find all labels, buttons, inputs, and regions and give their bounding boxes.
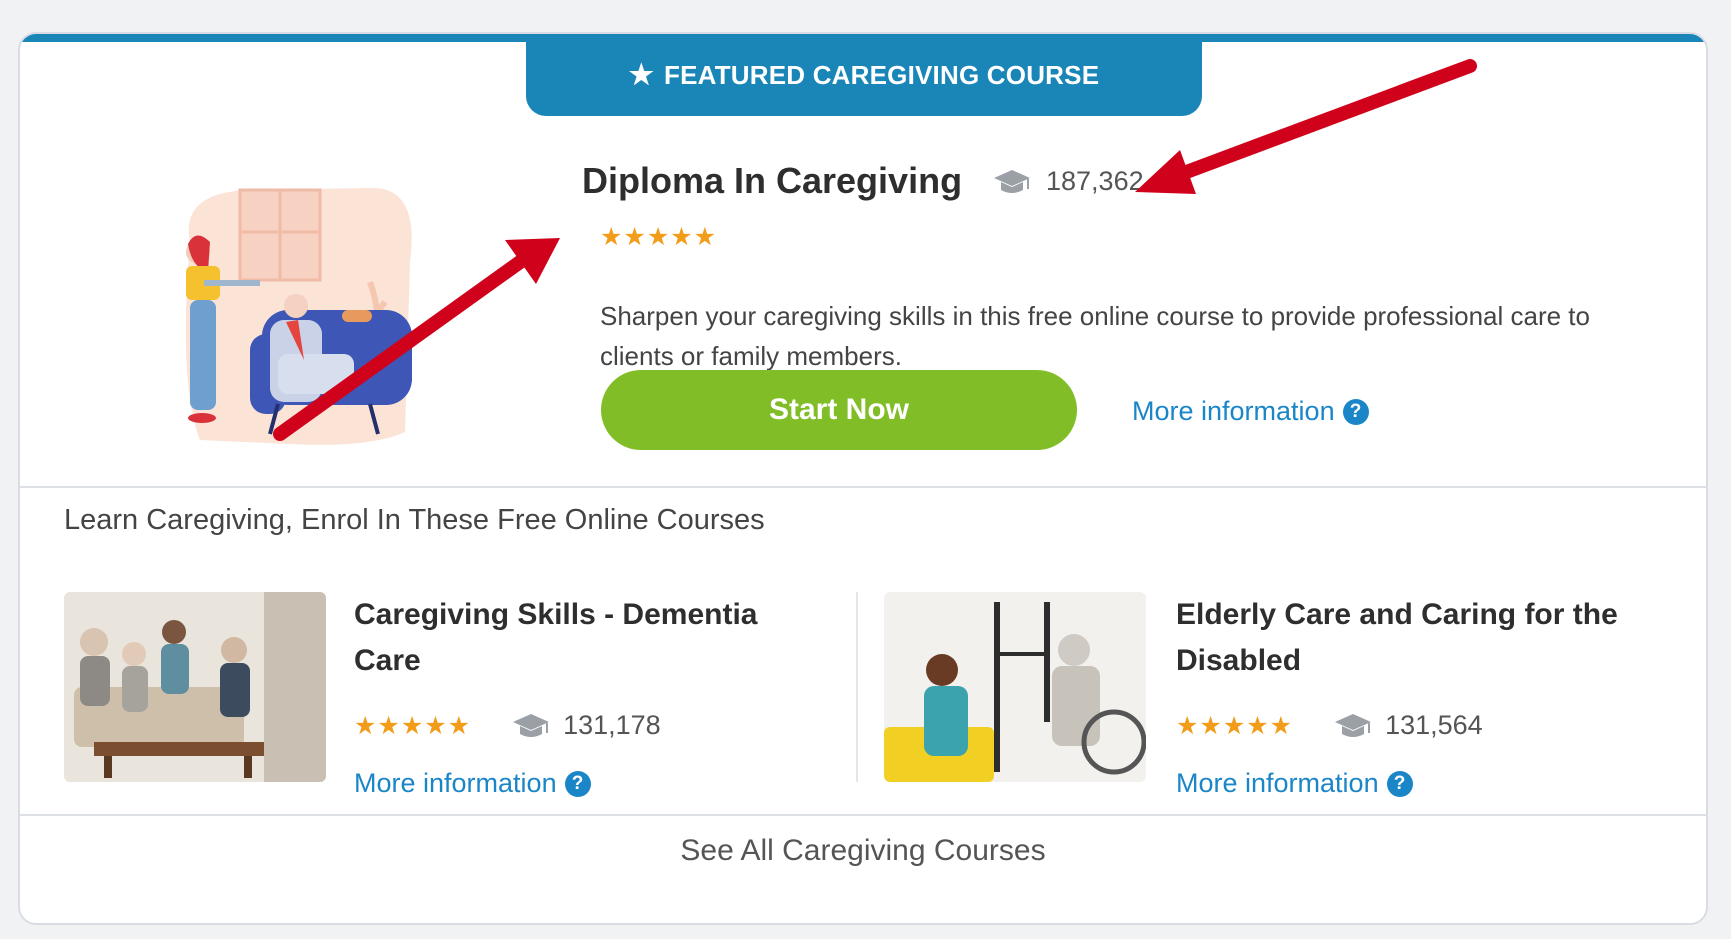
featured-description: Sharpen your caregiving skills in this f… xyxy=(600,301,1590,371)
graduation-cap-icon xyxy=(994,169,1030,193)
course-title-dementia[interactable]: Caregiving Skills - Dementia Care xyxy=(354,592,784,684)
help-circle-icon: ? xyxy=(1386,770,1413,797)
caregiving-illustration xyxy=(185,187,412,445)
featured-rating-stars: ★★★★★ xyxy=(600,223,718,251)
featured-tab-label: FEATURED CAREGIVING COURSE xyxy=(664,59,1100,90)
start-now-button[interactable]: Start Now xyxy=(601,370,1077,450)
section-divider xyxy=(20,486,1706,488)
course-rating-stars: ★★★★★ xyxy=(1176,711,1294,740)
course-enrol-count: 131,178 xyxy=(511,710,661,741)
featured-more-information-link[interactable]: More information ? xyxy=(1132,396,1369,427)
more-information-label: More information xyxy=(1176,768,1379,798)
course-thumbnail-dementia[interactable] xyxy=(64,592,326,782)
featured-enrol-count: 187,362 xyxy=(992,166,1144,197)
column-divider xyxy=(856,592,858,782)
course-more-information-link[interactable]: More information ? xyxy=(354,768,591,799)
featured-course-title[interactable]: Diploma In Caregiving xyxy=(582,160,962,202)
graduation-cap-icon xyxy=(1335,713,1372,737)
more-information-label: More information xyxy=(1132,396,1335,426)
graduation-cap-icon xyxy=(513,713,550,737)
section-heading: Learn Caregiving, Enrol In These Free On… xyxy=(64,504,765,536)
help-circle-icon: ? xyxy=(564,770,591,797)
course-title-elderly-care[interactable]: Elderly Care and Caring for the Disabled xyxy=(1176,592,1626,684)
course-enrol-count: 131,564 xyxy=(1333,710,1483,741)
course-enrol-number: 131,564 xyxy=(1385,710,1483,740)
featured-tab: ★ FEATURED CAREGIVING COURSE xyxy=(526,34,1202,116)
course-enrol-number: 131,178 xyxy=(563,710,661,740)
more-information-label: More information xyxy=(354,768,557,798)
footer-divider xyxy=(20,814,1706,816)
course-more-information-link[interactable]: More information ? xyxy=(1176,768,1413,799)
course-meta-dementia: ★★★★★ 131,178 xyxy=(354,710,661,741)
star-icon: ★ xyxy=(628,59,655,90)
featured-course-card: ★ FEATURED CAREGIVING COURSE Diploma In … xyxy=(18,32,1708,925)
featured-enrol-number: 187,362 xyxy=(1046,166,1144,196)
see-all-courses-link[interactable]: See All Caregiving Courses xyxy=(20,834,1706,868)
course-thumbnail-elderly-care[interactable] xyxy=(884,592,1146,782)
course-meta-elderly-care: ★★★★★ 131,564 xyxy=(1176,710,1483,741)
course-rating-stars: ★★★★★ xyxy=(354,711,472,740)
help-circle-icon: ? xyxy=(1342,398,1369,425)
